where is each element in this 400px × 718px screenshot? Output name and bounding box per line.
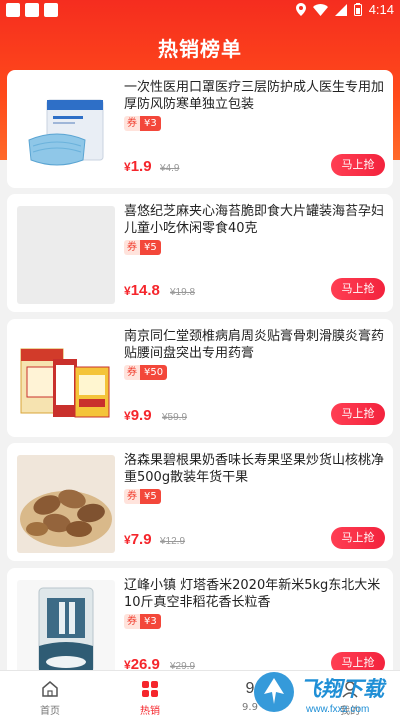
original-price: ¥12.9 [160,536,186,547]
original-price: ¥19.8 [170,287,196,298]
status-bar: 4:14 [0,0,400,22]
current-price: ¥9.9 [124,407,152,424]
home-icon [42,681,58,697]
product-title: 洛森果碧根果奶香味长寿果坚果炒货山核桃净重500g散装年货干果 [124,453,385,485]
pecan-nuts-image[interactable] [17,455,115,553]
buy-now-button[interactable]: 马上抢 [331,527,385,549]
tab-label: 首页 [40,706,60,717]
coupon-prefix: 券 [124,489,140,504]
tab-label: 热销 [140,706,160,717]
medicine-box-image[interactable] [17,331,115,429]
coupon-prefix: 券 [124,116,140,131]
coupon-prefix: 券 [124,240,140,255]
coupon-badge: 券 ¥3 [124,116,161,131]
product-title: 喜悠纪芝麻夹心海苔脆即食大片罐装海苔孕妇儿童小吃休闲零食40克 [124,204,385,236]
location-icon [295,3,306,16]
buy-now-button[interactable]: 马上抢 [331,278,385,300]
notification-icon [25,3,39,17]
coupon-value: ¥3 [140,116,161,131]
wifi-icon [312,3,328,16]
coupon-value: ¥50 [140,365,168,380]
price-currency: ¥ [124,160,131,174]
coupon-badge: 券 ¥50 [124,365,168,380]
status-time: 4:14 [368,2,394,17]
watermark-logo: 飞翔下载 www.fxxz.com [250,664,400,718]
svg-text:飞翔下载: 飞翔下载 [300,677,387,701]
coupon-prefix: 券 [124,614,140,629]
product-title: 一次性医用口罩医疗三层防护成人医生专用加厚防风防寒单独立包装 [124,80,385,112]
coupon-badge: 券 ¥3 [124,614,161,629]
price-currency: ¥ [124,284,131,298]
price-value: 14.8 [130,282,160,299]
tab-hot[interactable]: 热销 [100,671,200,718]
product-card[interactable]: 洛森果碧根果奶香味长寿果坚果炒货山核桃净重500g散装年货干果 券 ¥5 ¥7.… [7,443,393,561]
rice-bag-image[interactable] [17,580,115,678]
price-value: 1.9 [130,158,152,175]
current-price: ¥7.9 [124,531,152,548]
product-card[interactable]: 南京同仁堂颈椎病肩周炎贴膏骨刺滑膜炎膏药贴腰间盘突出专用药膏 券 ¥50 ¥9.… [7,319,393,437]
price-currency: ¥ [124,409,131,423]
price-value: 7.9 [130,531,152,548]
price-currency: ¥ [124,533,131,547]
product-card[interactable]: 一次性医用口罩医疗三层防护成人医生专用加厚防风防寒单独立包装 券 ¥3 ¥1.9… [7,70,393,188]
original-price: ¥59.9 [162,412,188,423]
tab-home[interactable]: 首页 [0,671,100,718]
battery-icon [353,3,362,16]
buy-now-button[interactable]: 马上抢 [331,403,385,425]
notification-icon [44,3,58,17]
product-title: 辽峰小镇 灯塔香米2020年新米5kg东北大米10斤真空非稻花香长粒香 [124,578,381,610]
current-price: ¥1.9 [124,158,152,175]
product-title: 南京同仁堂颈椎病肩周炎贴膏骨刺滑膜炎膏药贴腰间盘突出专用药膏 [124,329,385,361]
svg-text:www.fxxz.com: www.fxxz.com [305,704,369,715]
notification-icon [6,3,20,17]
mask-box-image[interactable] [17,82,115,180]
current-price: ¥14.8 [124,282,160,299]
placeholder-image[interactable] [17,206,115,304]
original-price: ¥4.9 [160,163,180,174]
coupon-prefix: 券 [124,365,140,380]
coupon-badge: 券 ¥5 [124,240,161,255]
page-title: 热销榜单 [158,37,242,61]
buy-now-button[interactable]: 马上抢 [331,154,385,176]
hot-grid-icon [142,681,158,697]
signal-icon [334,3,347,16]
coupon-value: ¥5 [140,240,161,255]
coupon-value: ¥5 [140,489,161,504]
coupon-value: ¥3 [140,614,161,629]
product-card[interactable]: 喜悠纪芝麻夹心海苔脆即食大片罐装海苔孕妇儿童小吃休闲零食40克 券 ¥5 ¥14… [7,194,393,312]
price-value: 9.9 [130,407,152,424]
coupon-badge: 券 ¥5 [124,489,161,504]
